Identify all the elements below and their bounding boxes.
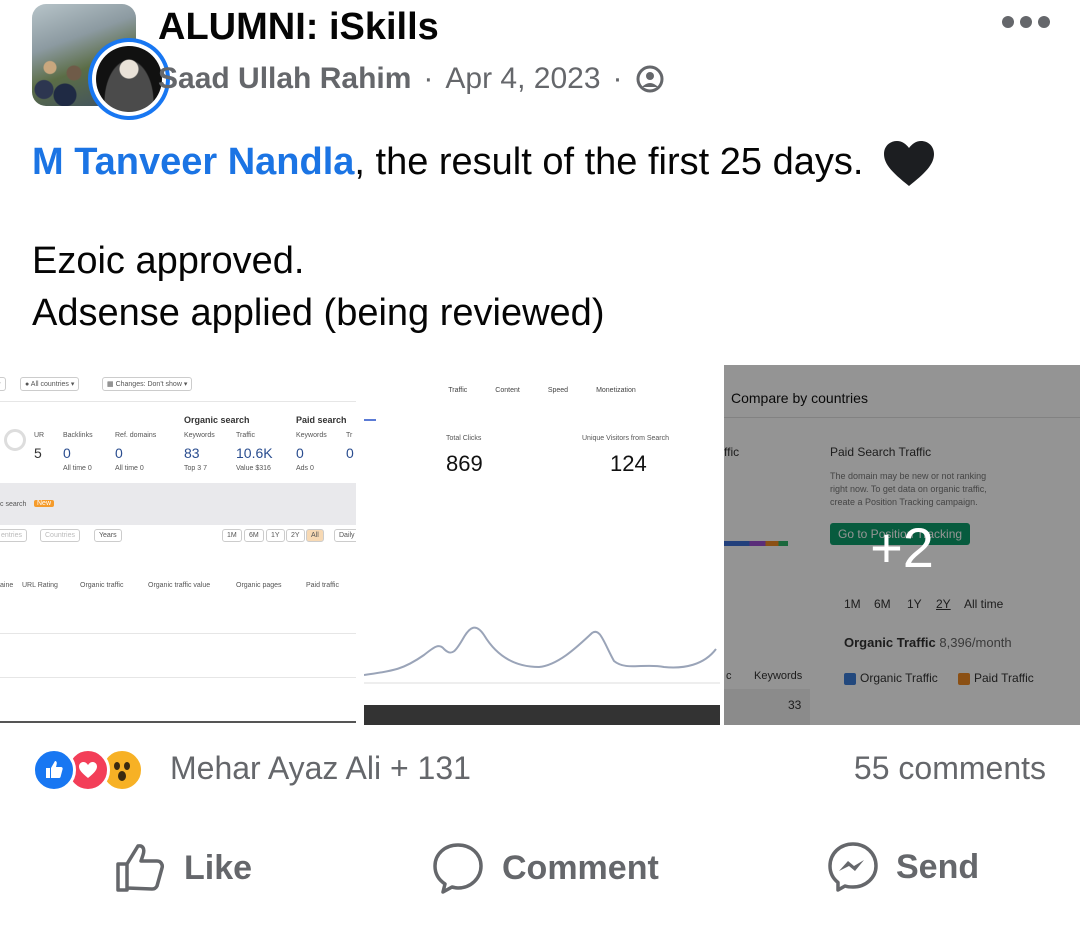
metric-sub: Top 3 7 <box>184 465 207 472</box>
group-avatar[interactable] <box>32 4 170 120</box>
metric-value: 0 <box>115 445 123 461</box>
metric-sub: Ads 0 <box>296 465 314 472</box>
ur-ring <box>4 429 26 451</box>
countries-filter: ● All countries ▾ <box>20 377 80 391</box>
filter-pill: Countries <box>40 529 80 542</box>
organic-search-label: Organic search <box>184 415 250 425</box>
col-header: UR <box>34 432 45 439</box>
metric-value: 0 <box>63 445 71 461</box>
col-header: Keywords <box>184 432 215 439</box>
post-date[interactable]: Apr 4, 2023 <box>445 62 600 96</box>
period-pill: 2Y <box>286 529 305 542</box>
legend-item: Organic pages <box>236 582 282 589</box>
metric-sub: All time 0 <box>63 465 92 472</box>
col-header: Tr <box>346 432 353 439</box>
reaction-icons[interactable] <box>32 748 144 792</box>
period-pill: All <box>306 529 324 542</box>
new-badge: New <box>34 500 55 507</box>
period-pill: 1Y <box>266 529 285 542</box>
more-images-count[interactable]: +2 <box>724 515 1080 580</box>
mention-link[interactable]: M Tanveer Nandla <box>32 141 354 183</box>
post-image-2[interactable]: Traffic Content Speed Monetization Total… <box>364 365 720 725</box>
metric-value: 0 <box>346 445 354 461</box>
paid-search-label: Paid search <box>296 415 347 425</box>
post-text-line2: Ezoic approved. <box>32 240 305 282</box>
filter-pill: entries <box>0 529 28 542</box>
post-images[interactable]: ▾ ● All countries ▾ ▦ Changes: Don't sho… <box>0 365 1080 725</box>
legend-item: aine <box>0 582 14 589</box>
metric-value: 83 <box>184 445 200 461</box>
thumbs-up-icon <box>116 844 164 892</box>
col-header: Ref. domains <box>115 432 157 439</box>
globe-icon <box>636 65 664 93</box>
send-button[interactable]: Send <box>826 840 979 894</box>
legend-item: Organic traffic <box>80 582 124 589</box>
legend-item: Organic traffic value <box>148 582 211 589</box>
search-label: c search <box>0 501 27 508</box>
dropdown-pill: ▾ <box>0 377 6 391</box>
comment-button[interactable]: Comment <box>430 840 659 896</box>
like-reaction-icon <box>32 748 76 792</box>
metric-sub: Value $316 <box>236 465 271 472</box>
meta-separator: · <box>612 62 623 95</box>
post-meta: Saad Ullah Rahim · Apr 4, 2023 · <box>158 62 665 96</box>
post-text-line3: Adsense applied (being reviewed) <box>32 292 605 334</box>
changes-filter: ▦ Changes: Don't show ▾ <box>102 377 193 391</box>
reactors-summary[interactable]: Mehar Ayaz Ali + 131 <box>170 750 471 787</box>
author-name[interactable]: Saad Ullah Rahim <box>158 62 411 96</box>
col-header: Traffic <box>236 432 256 439</box>
black-heart-icon <box>883 140 934 186</box>
comment-label: Comment <box>502 848 659 887</box>
metric-sub: All time 0 <box>115 465 144 472</box>
image-footer-bar <box>364 705 720 725</box>
send-label: Send <box>896 847 980 886</box>
comment-bubble-icon <box>433 843 483 894</box>
filter-pill: Years <box>94 529 122 542</box>
messenger-icon <box>828 842 878 892</box>
legend-item: URL Rating <box>22 582 58 589</box>
metric-value: 0 <box>296 445 304 461</box>
metric-value: 10.6K <box>236 445 273 461</box>
period-pill: 6M <box>244 529 264 542</box>
more-dots-icon[interactable] <box>1002 16 1052 30</box>
traffic-line-chart <box>364 419 720 684</box>
period-pill: Daily <box>334 529 356 542</box>
comments-count[interactable]: 55 comments <box>854 750 1046 787</box>
meta-separator: · <box>423 62 434 95</box>
period-pill: 1M <box>222 529 242 542</box>
post-text-line1: M Tanveer Nandla, the result of the firs… <box>32 136 936 188</box>
legend-item: Paid traffic <box>306 582 339 589</box>
like-button[interactable]: Like <box>112 840 252 896</box>
gray-band: c search New <box>0 483 356 525</box>
metric-value: 5 <box>34 445 42 461</box>
post-image-1[interactable]: ▾ ● All countries ▾ ▦ Changes: Don't sho… <box>0 365 358 725</box>
post-text-rest: , the result of the first 25 days. <box>354 141 864 183</box>
group-name[interactable]: ALUMNI: iSkills <box>158 6 439 49</box>
col-header: Backlinks <box>63 432 93 439</box>
like-label: Like <box>184 848 253 887</box>
col-header: Keywords <box>296 432 327 439</box>
